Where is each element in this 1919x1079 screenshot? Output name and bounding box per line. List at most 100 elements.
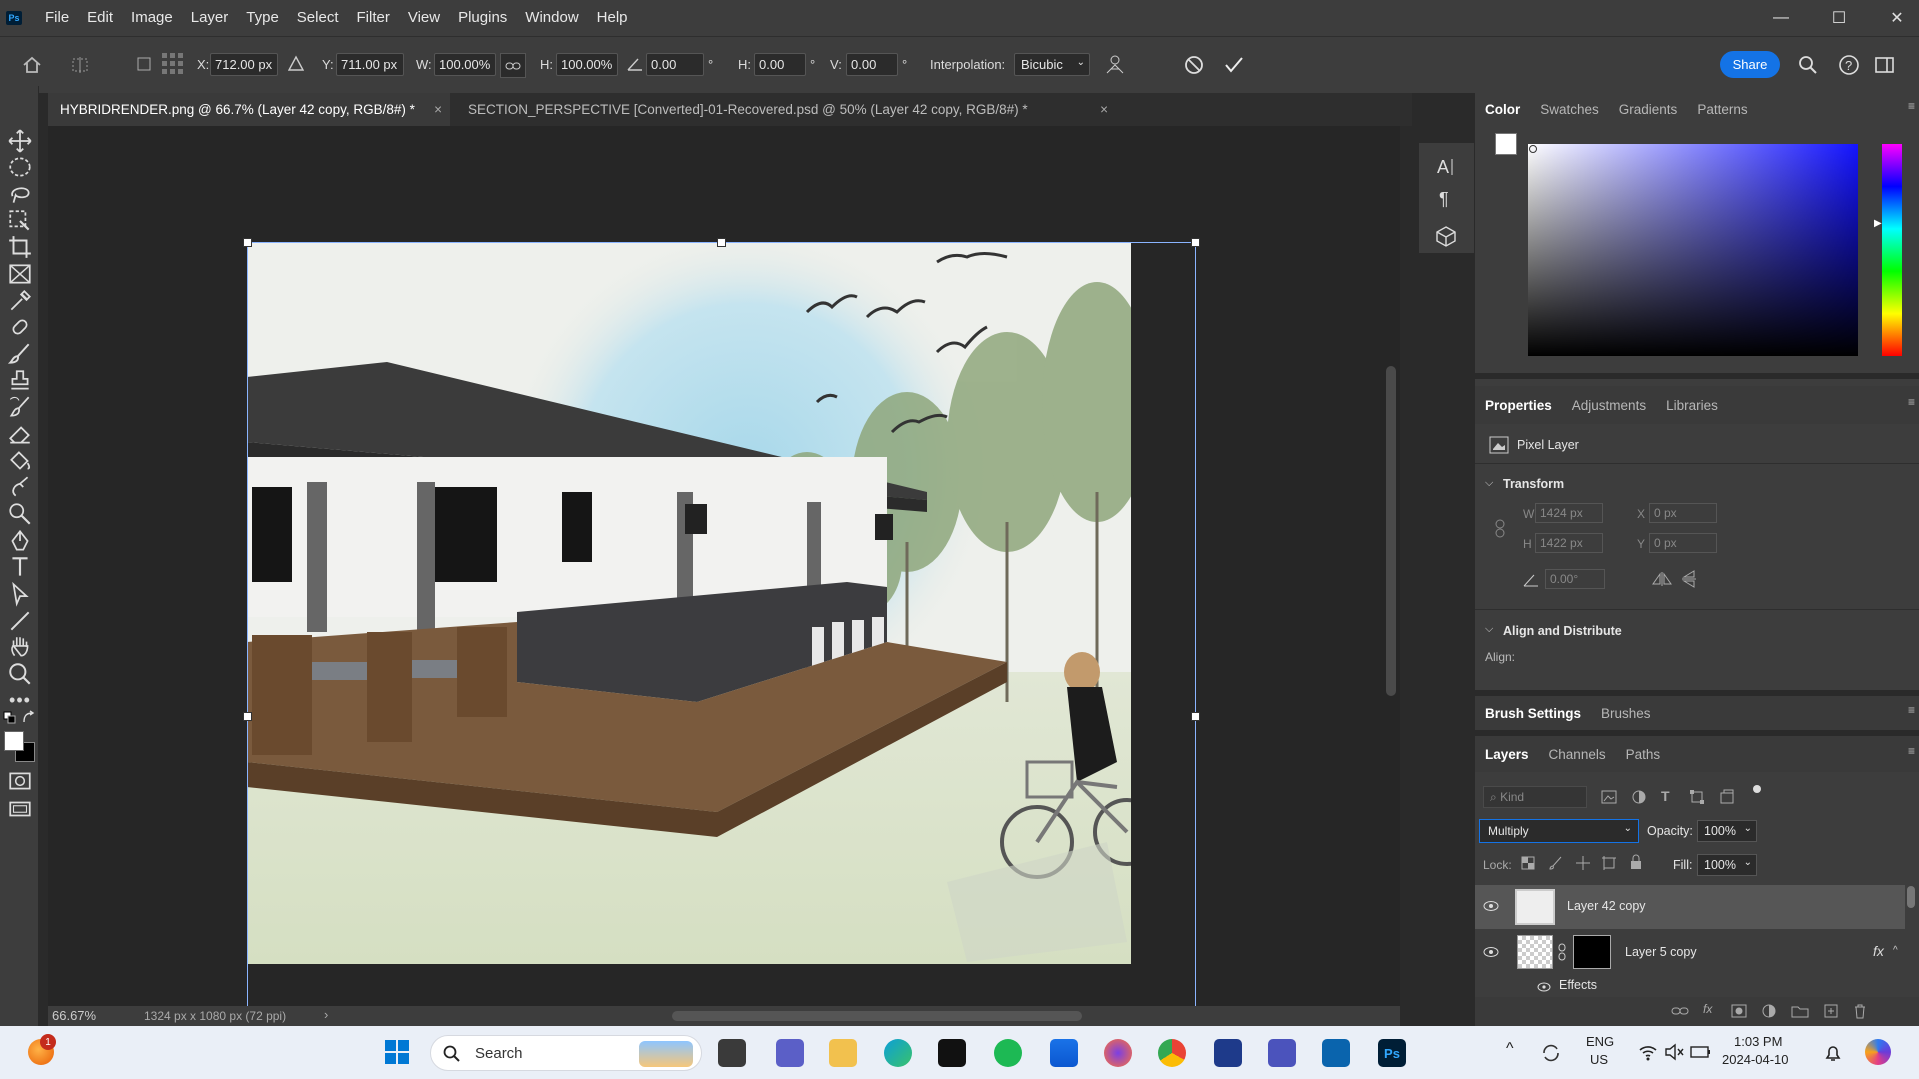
tab-layers[interactable]: Layers (1475, 747, 1539, 762)
properties-angle-field[interactable]: 0.00° (1545, 569, 1605, 589)
minimize-button[interactable]: — (1752, 0, 1810, 36)
firefox-icon[interactable] (1104, 1039, 1132, 1067)
tab-section-perspective[interactable]: SECTION_PERSPECTIVE [Converted]-01-Recov… (456, 93, 1116, 126)
clock-date[interactable]: 2024-04-10 (1722, 1052, 1789, 1067)
file-explorer-icon[interactable] (829, 1039, 857, 1067)
share-button[interactable]: Share (1720, 51, 1780, 78)
lasso-ellipse-tool-icon[interactable] (7, 154, 33, 180)
transform-tool-icon[interactable] (70, 55, 92, 75)
width-percent-field[interactable]: 100.00% (434, 53, 496, 76)
brush-tool-icon[interactable] (7, 341, 33, 367)
filter-type-layer-icon[interactable]: T (1661, 788, 1670, 804)
link-aspect-button[interactable] (500, 53, 526, 78)
tab-swatches[interactable]: Swatches (1530, 102, 1609, 117)
menu-select[interactable]: Select (288, 0, 348, 36)
reference-point-icon[interactable] (135, 55, 155, 75)
tab-brushes[interactable]: Brushes (1591, 706, 1661, 721)
transform-handle-top-left[interactable] (243, 238, 252, 247)
zoom-level[interactable]: 66.67% (52, 1008, 96, 1023)
visibility-eye-icon[interactable] (1483, 900, 1499, 912)
flip-horizontal-icon[interactable] (1651, 571, 1673, 587)
filter-smart-object-icon[interactable] (1719, 789, 1735, 805)
visibility-eye-icon[interactable] (1483, 946, 1499, 958)
eyedropper-tool-icon[interactable] (7, 288, 33, 314)
properties-width-field[interactable]: 1424 px (1535, 503, 1603, 523)
document-canvas-image[interactable] (247, 242, 1131, 964)
link-dimensions-icon[interactable] (1493, 519, 1507, 539)
lock-position-icon[interactable] (1575, 855, 1591, 871)
tab-properties[interactable]: Properties (1475, 398, 1562, 413)
volume-muted-icon[interactable] (1664, 1043, 1684, 1061)
clock-time[interactable]: 1:03 PM (1734, 1034, 1782, 1049)
filter-adjustment-layer-icon[interactable] (1631, 789, 1647, 805)
new-adjustment-layer-icon[interactable] (1761, 1003, 1777, 1019)
layer-thumbnail[interactable] (1517, 935, 1553, 969)
filter-pixel-layer-icon[interactable] (1601, 789, 1617, 805)
pen-tool-icon[interactable] (7, 528, 33, 554)
layer-row-layer-5-copy[interactable]: Layer 5 copy fx ^ (1475, 931, 1905, 975)
menu-file[interactable]: File (36, 0, 78, 36)
notifications-bell-icon[interactable] (1824, 1043, 1842, 1063)
edge-browser-icon[interactable] (884, 1039, 912, 1067)
photoshop-taskbar-icon[interactable]: Ps (1378, 1039, 1406, 1067)
tab-hybridrender[interactable]: HYBRIDRENDER.png @ 66.7% (Layer 42 copy,… (48, 93, 450, 126)
hue-slider-arrow-icon[interactable]: ▶ (1874, 218, 1882, 229)
flip-vertical-icon[interactable] (1681, 569, 1697, 589)
reference-grid-icon[interactable] (160, 51, 186, 77)
layer-mask-link-icon[interactable] (1557, 943, 1567, 961)
layer-name[interactable]: Layer 42 copy (1567, 899, 1646, 913)
quick-mask-icon[interactable] (7, 768, 33, 794)
layer-row-layer-42-copy[interactable]: Layer 42 copy (1475, 885, 1905, 929)
layer-name[interactable]: Layer 5 copy (1625, 945, 1697, 959)
lock-image-pixels-icon[interactable] (1549, 856, 1563, 870)
properties-height-field[interactable]: 1422 px (1535, 533, 1603, 553)
layer-kind-filter[interactable]: ⌕ Kind (1483, 786, 1587, 808)
dodge-tool-icon[interactable] (7, 501, 33, 527)
add-mask-icon[interactable] (1731, 1004, 1747, 1018)
delete-layer-icon[interactable] (1853, 1003, 1867, 1019)
warp-mode-icon[interactable] (1104, 53, 1126, 75)
line-tool-icon[interactable] (7, 608, 33, 634)
language-line1[interactable]: ENG (1586, 1034, 1614, 1049)
x-position-field[interactable]: 712.00 px (210, 53, 278, 76)
spotify-icon[interactable] (994, 1039, 1022, 1067)
smudge-tool-icon[interactable] (7, 474, 33, 500)
path-selection-tool-icon[interactable] (7, 581, 33, 607)
paragraph-panel-icon[interactable]: ¶ (1437, 189, 1455, 209)
rhino-icon[interactable] (938, 1039, 966, 1067)
commit-transform-icon[interactable] (1223, 55, 1245, 75)
transform-section-title[interactable]: Transform (1503, 477, 1564, 491)
teams-work-icon[interactable] (1268, 1039, 1296, 1067)
opacity-field[interactable]: 100% ⌄ (1697, 820, 1757, 842)
search-icon[interactable] (1798, 55, 1818, 75)
horizontal-scrollbar[interactable] (672, 1011, 1082, 1021)
menu-type[interactable]: Type (237, 0, 288, 36)
interpolation-select[interactable]: Bicubic ⌄ (1014, 53, 1090, 76)
home-icon[interactable] (22, 55, 42, 75)
properties-x-field[interactable]: 0 px (1649, 503, 1717, 523)
blend-mode-select[interactable]: Multiply ⌄ (1479, 819, 1639, 843)
new-group-icon[interactable] (1791, 1004, 1809, 1018)
align-distribute-section-title[interactable]: Align and Distribute (1503, 624, 1622, 638)
wifi-icon[interactable] (1638, 1043, 1658, 1061)
y-position-field[interactable]: 711.00 px (336, 53, 404, 76)
chrome-icon[interactable] (1158, 1039, 1186, 1067)
transform-handle-middle-right[interactable] (1191, 712, 1200, 721)
chevron-right-icon[interactable]: › (324, 1007, 328, 1022)
menu-view[interactable]: View (399, 0, 449, 36)
tab-color[interactable]: Color (1475, 102, 1530, 117)
height-percent-field[interactable]: 100.00% (556, 53, 618, 76)
relative-position-icon[interactable] (288, 55, 304, 73)
chevron-up-icon[interactable]: ^ (1506, 1040, 1514, 1058)
properties-y-field[interactable]: 0 px (1649, 533, 1717, 553)
character-panel-icon[interactable]: A (1435, 155, 1457, 177)
tab-gradients[interactable]: Gradients (1609, 102, 1688, 117)
language-line2[interactable]: US (1590, 1052, 1608, 1067)
panel-menu-icon[interactable]: ≡ (1908, 395, 1915, 409)
move-tool-icon[interactable] (7, 128, 33, 154)
add-layer-style-icon[interactable]: fx (1703, 1002, 1712, 1016)
v-skew-field[interactable]: 0.00 (846, 53, 898, 76)
default-colors-icon[interactable] (3, 711, 17, 725)
type-tool-icon[interactable] (7, 554, 33, 580)
zoom-tool-icon[interactable] (7, 661, 33, 687)
